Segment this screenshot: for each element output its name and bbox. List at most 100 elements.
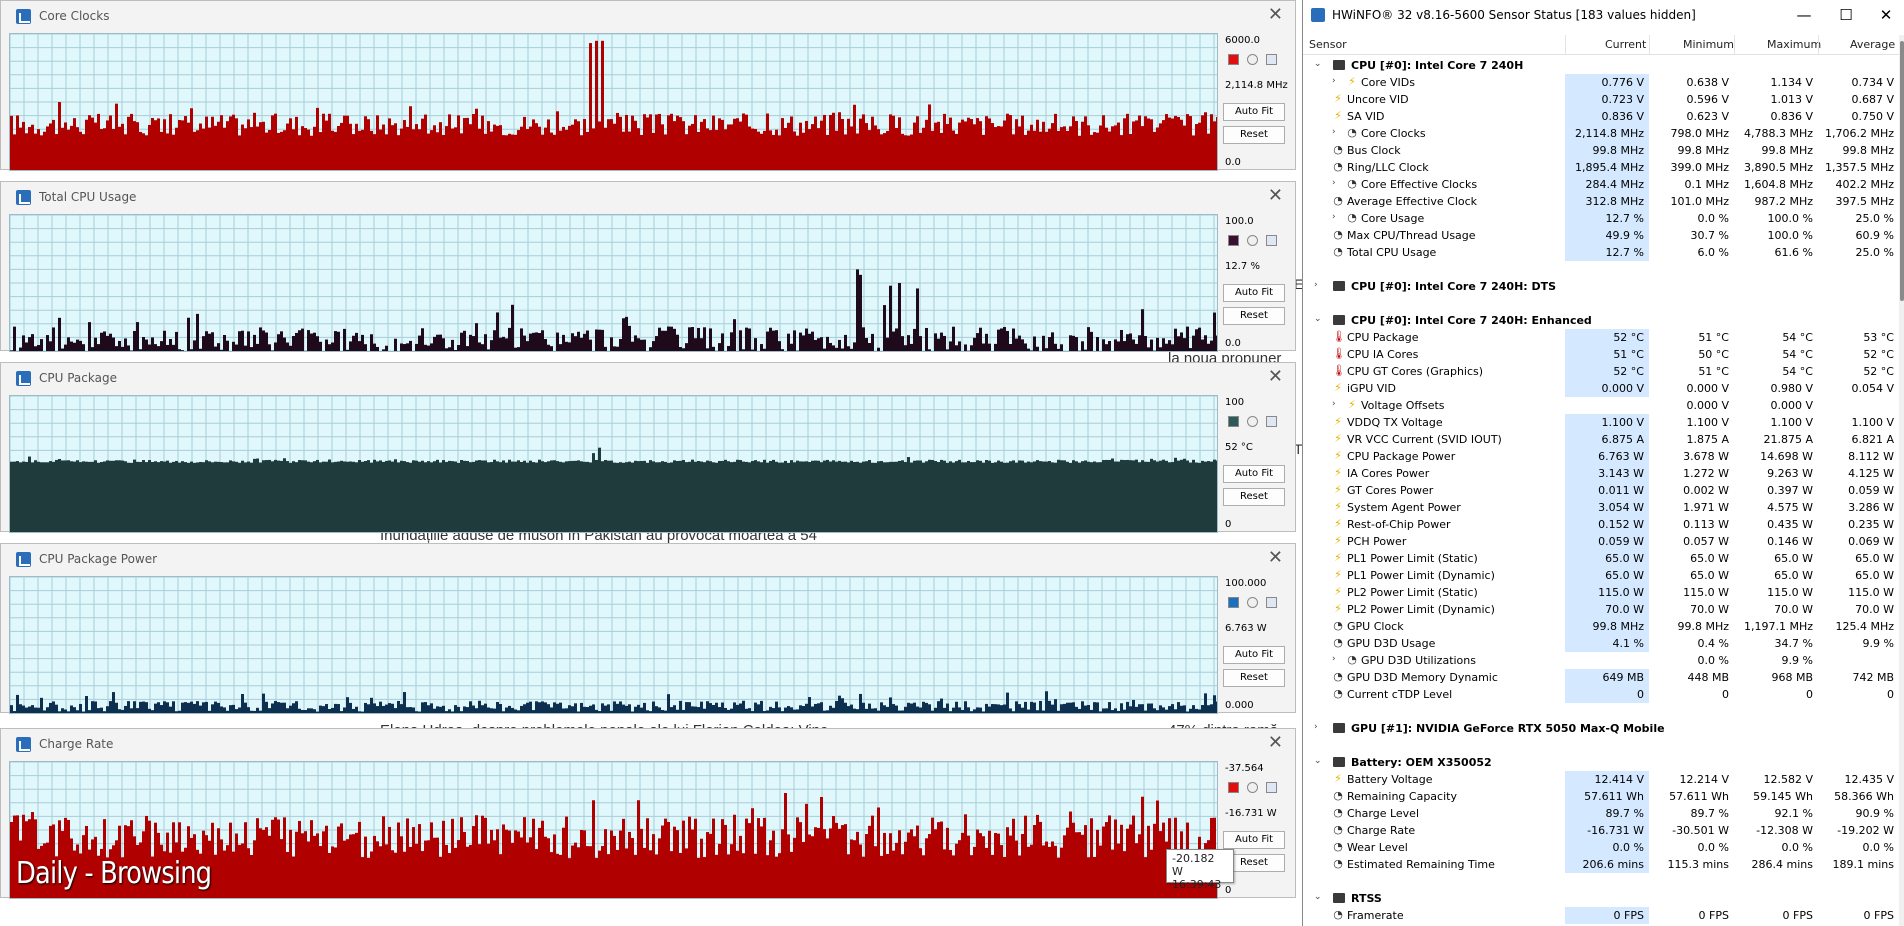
auto-fit-button[interactable]: Auto Fit [1223,646,1285,664]
expand-toggle-icon[interactable]: › [1314,722,1324,732]
sensor-row[interactable]: ◔ Charge Rate -16.731 W -30.501 W -12.308 W-… [1303,822,1899,839]
graph-plot[interactable] [9,214,1218,352]
sensor-row[interactable]: ◔ Ring/LLC Clock 1,895.4 MHz 399.0 MHz 3,890… [1303,159,1899,176]
graph-window[interactable]: CPU Package ✕ 100 52 °C Auto Fit Reset 0 [0,362,1296,533]
sensor-row[interactable]: ⚡ PL2 Power Limit (Dynamic) 70.0 W 70.0 W 70… [1303,601,1899,618]
reset-button[interactable]: Reset [1223,307,1285,325]
sensor-row[interactable]: ◔ Average Effective Clock 312.8 MHz 101.0 M… [1303,193,1899,210]
expand-toggle-icon[interactable]: › [1332,399,1342,409]
color-swatch-icon[interactable] [1228,54,1239,65]
close-icon[interactable]: ✕ [1268,186,1283,206]
sensor-row[interactable]: ⚡ Uncore VID 0.723 V 0.596 V 1.013 V 0.687 V [1303,91,1899,108]
graph-window[interactable]: Core Clocks ✕ 6000.0 2,114.8 MHz Auto Fit Res… [0,0,1296,171]
graph-plot[interactable] [9,576,1218,714]
circle-option-icon[interactable] [1247,782,1258,793]
auto-fit-button[interactable]: Auto Fit [1223,465,1285,483]
color-swatch-icon[interactable] [1228,597,1239,608]
sensor-row[interactable]: ⚡ IA Cores Power 3.143 W 1.272 W 9.263 W 4.12… [1303,465,1899,482]
sensor-row[interactable]: ⚡ iGPU VID 0.000 V 0.000 V 0.980 V 0.054 V [1303,380,1899,397]
sensor-row[interactable]: 🌡 CPU Package 52 °C 51 °C 54 °C 53 °C [1303,329,1899,346]
sensor-group-row[interactable]: ⌄ CPU [#0]: Intel Core 7 240H: Enhanced [1303,312,1899,329]
expand-toggle-icon[interactable]: › [1332,212,1342,222]
sensor-row[interactable]: ◔ Remaining Capacity 57.611 Wh 57.611 Wh 59.… [1303,788,1899,805]
sensor-row[interactable]: ⚡ System Agent Power 3.054 W 1.971 W 4.575 W… [1303,499,1899,516]
scrollbar[interactable] [1899,35,1904,926]
graph-plot[interactable] [9,395,1218,533]
square-option-icon[interactable] [1266,782,1277,793]
column-sensor[interactable]: Sensor [1309,38,1347,51]
square-option-icon[interactable] [1266,235,1277,246]
circle-option-icon[interactable] [1247,54,1258,65]
circle-option-icon[interactable] [1247,416,1258,427]
sensor-row[interactable]: ⚡ Battery Voltage 12.414 V 12.214 V 12.582 V… [1303,771,1899,788]
close-icon[interactable]: ✕ [1268,367,1283,387]
sensor-row[interactable]: ⚡ PL1 Power Limit (Dynamic) 65.0 W 65.0 W 65… [1303,567,1899,584]
square-option-icon[interactable] [1266,597,1277,608]
column-current[interactable]: Current [1605,38,1646,51]
column-minimum[interactable]: Minimum [1683,38,1734,51]
sensor-row[interactable]: ⚡ PCH Power 0.059 W 0.057 W 0.146 W 0.069 W [1303,533,1899,550]
sensor-row[interactable]: ◔ Charge Level 89.7 % 89.7 % 92.1 % 90.9 % [1303,805,1899,822]
color-swatch-icon[interactable] [1228,416,1239,427]
sensor-row[interactable]: ⚡ SA VID 0.836 V 0.623 V 0.836 V 0.750 V [1303,108,1899,125]
expand-toggle-icon[interactable]: › [1332,654,1342,664]
graph-title-bar[interactable]: CPU Package Power ✕ [1,544,1295,574]
close-icon[interactable]: ✕ [1268,733,1283,753]
sensor-row[interactable]: › ◔ Core Usage 12.7 % 0.0 % 100.0 % 25.0 % [1303,210,1899,227]
reset-button[interactable]: Reset [1223,669,1285,687]
sensor-row[interactable]: ◔ Bus Clock 99.8 MHz 99.8 MHz 99.8 MHz 99.8 M… [1303,142,1899,159]
sensor-row[interactable]: ◔ GPU Clock 99.8 MHz 99.8 MHz 1,197.1 MHz 125… [1303,618,1899,635]
sensor-group-row[interactable]: ⌄ CPU [#0]: Intel Core 7 240H [1303,57,1899,74]
close-icon[interactable]: ✕ [1871,4,1901,26]
sensor-row[interactable]: ⚡ GT Cores Power 0.011 W 0.002 W 0.397 W 0.05… [1303,482,1899,499]
column-maximum[interactable]: Maximum [1767,38,1821,51]
sensor-row[interactable]: ◔ Framerate 0 FPS 0 FPS 0 FPS 0 FPS [1303,907,1899,924]
expand-toggle-icon[interactable]: ⌄ [1314,314,1324,324]
expand-toggle-icon[interactable]: › [1314,280,1324,290]
sensor-row[interactable]: ◔ Current cTDP Level 0 0 0 0 [1303,686,1899,703]
sensor-row[interactable]: › ◔ Core Effective Clocks 284.4 MHz 0.1 MHz 1… [1303,176,1899,193]
graph-window[interactable]: CPU Package Power ✕ 100.000 6.763 W Auto Fit… [0,543,1296,714]
sensor-row[interactable]: ◔ Total CPU Usage 12.7 % 6.0 % 61.6 % 25.0 % [1303,244,1899,261]
graph-title-bar[interactable]: CPU Package ✕ [1,363,1295,393]
expand-toggle-icon[interactable]: ⌄ [1314,59,1324,69]
square-option-icon[interactable] [1266,416,1277,427]
sensor-group-row[interactable]: ⌄ RTSS [1303,890,1899,907]
reset-button[interactable]: Reset [1223,488,1285,506]
sensor-row[interactable]: ⚡ PL2 Power Limit (Static) 115.0 W 115.0 W1… [1303,584,1899,601]
sensor-row[interactable]: ◔ Max CPU/Thread Usage 49.9 % 30.7 % 100.0 %… [1303,227,1899,244]
sensor-row[interactable]: 🌡 CPU GT Cores (Graphics) 52 °C 51 °C 54 °C 5… [1303,363,1899,380]
auto-fit-button[interactable]: Auto Fit [1223,103,1285,121]
sensor-group-row[interactable]: ⌄ Battery: OEM X350052 [1303,754,1899,771]
sensor-row[interactable]: ◔ GPU D3D Memory Dynamic 649 MB 448 MB 968 M… [1303,669,1899,686]
auto-fit-button[interactable]: Auto Fit [1223,284,1285,302]
sensor-row[interactable]: ⚡ CPU Package Power 6.763 W 3.678 W 14.698 W… [1303,448,1899,465]
title-bar[interactable]: HWiNFO® 32 v8.16-5600 Sensor Status [183… [1303,0,1904,30]
sensor-row[interactable]: ⚡ Rest-of-Chip Power 0.152 W 0.113 W 0.435 W… [1303,516,1899,533]
close-icon[interactable]: ✕ [1268,5,1283,25]
graph-title-bar[interactable]: Total CPU Usage ✕ [1,182,1295,212]
column-average[interactable]: Average [1850,38,1895,51]
sensor-row[interactable]: ⚡ VR VCC Current (SVID IOUT) 6.875 A 1.875 … [1303,431,1899,448]
reset-button[interactable]: Reset [1223,126,1285,144]
circle-option-icon[interactable] [1247,235,1258,246]
sensor-list[interactable]: ⌄ CPU [#0]: Intel Core 7 240H › ⚡ Core VIDs 0… [1303,57,1899,924]
expand-toggle-icon[interactable]: › [1332,127,1342,137]
sensor-row[interactable]: › ◔ Core Clocks 2,114.8 MHz 798.0 MHz 4,788.3… [1303,125,1899,142]
sensor-row[interactable]: ⚡ PL1 Power Limit (Static) 65.0 W 65.0 W 65.… [1303,550,1899,567]
maximize-icon[interactable]: ☐ [1831,4,1861,26]
color-swatch-icon[interactable] [1228,235,1239,246]
square-option-icon[interactable] [1266,54,1277,65]
circle-option-icon[interactable] [1247,597,1258,608]
sensor-group-row[interactable]: › GPU [#1]: NVIDIA GeForce RTX 5050 Max-Q… [1303,720,1899,737]
sensor-row[interactable]: 🌡 CPU IA Cores 51 °C 50 °C 54 °C 52 °C [1303,346,1899,363]
scrollbar-thumb[interactable] [1900,41,1904,301]
color-swatch-icon[interactable] [1228,782,1239,793]
graph-plot[interactable] [9,33,1218,171]
sensor-row[interactable]: ⚡ VDDQ TX Voltage 1.100 V 1.100 V 1.100 V 1.1… [1303,414,1899,431]
close-icon[interactable]: ✕ [1268,548,1283,568]
auto-fit-button[interactable]: Auto Fit [1223,831,1285,849]
sensor-row[interactable]: ◔ GPU D3D Usage 4.1 % 0.4 % 34.7 % 9.9 % [1303,635,1899,652]
graph-title-bar[interactable]: Core Clocks ✕ [1,1,1295,31]
graph-window[interactable]: Total CPU Usage ✕ 100.0 12.7 % Auto Fit Reset… [0,181,1296,352]
